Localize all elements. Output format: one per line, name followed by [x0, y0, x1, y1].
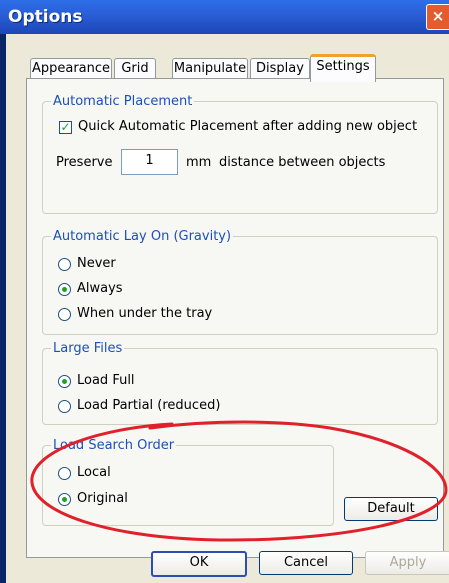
distance-label: distance between objects — [219, 155, 386, 170]
gravity-always-label: Always — [77, 281, 123, 296]
close-icon: × — [431, 7, 445, 25]
load-full-radio[interactable] — [58, 375, 71, 388]
tab-grid[interactable]: Grid — [114, 58, 156, 79]
search-original-radio[interactable] — [58, 493, 71, 506]
unit-label: mm — [186, 155, 212, 170]
automatic-placement-legend: Automatic Placement — [53, 94, 193, 109]
tab-display[interactable]: Display — [250, 58, 310, 79]
quick-placement-checkbox[interactable]: ✓ — [59, 121, 72, 134]
gravity-legend: Automatic Lay On (Gravity) — [53, 229, 232, 244]
gravity-always-radio[interactable] — [58, 283, 71, 296]
apply-button[interactable]: Apply — [365, 551, 449, 575]
tab-settings[interactable]: Settings — [310, 54, 376, 82]
load-partial-radio[interactable] — [58, 400, 71, 413]
tab-manipulate[interactable]: Manipulate — [172, 58, 248, 79]
search-local-radio[interactable] — [58, 467, 71, 480]
check-icon: ✓ — [60, 120, 71, 134]
close-button[interactable]: × — [426, 4, 449, 30]
automatic-placement-group: Automatic Placement — [42, 94, 438, 214]
preserve-distance-input[interactable]: 1 — [121, 149, 178, 175]
options-dialog: Options × Appearance Grid Manipulate Dis… — [0, 0, 449, 583]
cancel-button[interactable]: Cancel — [259, 551, 353, 575]
window-title: Options — [8, 7, 83, 27]
search-original-label: Original — [77, 491, 128, 506]
large-files-legend: Large Files — [53, 341, 123, 356]
quick-placement-label: Quick Automatic Placement after adding n… — [78, 119, 418, 134]
gravity-never-label: Never — [77, 256, 116, 271]
gravity-never-radio[interactable] — [58, 258, 71, 271]
load-search-order-group: Load Search Order — [42, 438, 334, 526]
search-local-label: Local — [77, 465, 111, 480]
load-partial-label: Load Partial (reduced) — [77, 398, 221, 413]
window-left-border — [0, 34, 6, 583]
load-full-label: Load Full — [77, 373, 135, 388]
default-button[interactable]: Default — [344, 497, 438, 521]
ok-button[interactable]: OK — [151, 551, 247, 577]
tab-appearance[interactable]: Appearance — [30, 58, 112, 79]
gravity-under-tray-radio[interactable] — [58, 308, 71, 321]
gravity-under-tray-label: When under the tray — [77, 306, 213, 321]
load-search-order-legend: Load Search Order — [53, 438, 175, 453]
preserve-label: Preserve — [56, 155, 113, 170]
title-bar[interactable]: Options × — [0, 0, 449, 34]
